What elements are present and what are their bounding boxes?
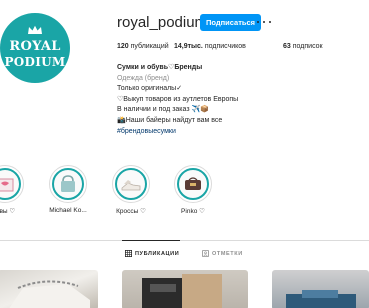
follow-button[interactable]: Подписаться (200, 14, 262, 31)
handbag-icon (177, 168, 209, 200)
avatar-logo-line2: PODIUM (4, 55, 66, 69)
highlight-ring (0, 165, 24, 203)
highlight-ring (49, 165, 87, 203)
tab-tagged[interactable]: ОТМЕТКИ (202, 250, 243, 257)
bio-category: Одежда (бренд) (117, 74, 170, 82)
dot (262, 20, 266, 24)
tab-posts-label: ПУБЛИКАЦИИ (135, 250, 180, 257)
stat-followers[interactable]: 14,9тыс. подписчиков (174, 43, 246, 50)
tab-posts[interactable]: ПУБЛИКАЦИИ (125, 250, 179, 257)
avatar-logo-line1: ROYAL (9, 39, 61, 54)
more-options-icon[interactable] (257, 12, 271, 32)
highlight-item[interactable]: ывы ♡ (0, 165, 30, 215)
crown-icon (28, 25, 42, 34)
post-thumbnail[interactable] (0, 270, 98, 308)
highlight-label: Michael Ko... (49, 207, 87, 214)
bio-name: Сумки и обувь♡Бренды (117, 64, 203, 71)
bio-hashtag-link[interactable]: #брендовыесумки (117, 127, 362, 138)
tagged-user-icon (202, 250, 209, 257)
highlight-label: Pinko ♡ (181, 208, 205, 215)
dot (268, 20, 271, 24)
content-divider (0, 240, 369, 241)
bio-line: Только оригиналы✓ (117, 85, 183, 93)
sneakers-icon (115, 168, 147, 200)
highlight-item[interactable]: Michael Ko... (43, 165, 93, 214)
following-count: 63 (283, 43, 291, 50)
profile-username: royal_podium (117, 14, 208, 31)
bio-line: В наличии и под заказ ✈️📦 (117, 106, 209, 114)
chain-bag-image (9, 280, 90, 308)
profile-avatar[interactable]: ROYAL PODIUM (0, 13, 70, 83)
stat-following[interactable]: 63 подписок (283, 43, 323, 50)
posts-count: 120 (117, 43, 129, 50)
dot (257, 20, 260, 24)
shoe-box-image (142, 274, 222, 308)
highlight-label: ывы ♡ (0, 208, 16, 215)
highlight-ring (112, 165, 150, 203)
profile-bio: Сумки и обувь♡Бренды Одежда (бренд) Толь… (117, 63, 362, 137)
bio-line: ♡Выкуп товаров из аутлетов Европы (117, 95, 239, 103)
posts-label: публикаций (130, 43, 169, 50)
highlight-label: Кроссы ♡ (116, 208, 146, 215)
bio-line: 📸Наши байеры найдут вам все (117, 116, 223, 124)
followers-label: подписчиков (204, 43, 246, 50)
following-label: подписок (292, 43, 323, 50)
post-thumbnail[interactable] (272, 270, 369, 308)
handbag-icon (52, 168, 84, 200)
stat-posts: 120 публикаций (117, 43, 169, 50)
post-thumbnail[interactable] (122, 270, 248, 308)
highlight-ring (174, 165, 212, 203)
highlight-item[interactable]: Pinko ♡ (168, 165, 218, 215)
tab-tagged-label: ОТМЕТКИ (212, 250, 243, 257)
grid-icon (125, 250, 132, 257)
active-tab-indicator (122, 240, 180, 241)
bag-image (286, 290, 356, 308)
gift-box-icon (0, 168, 21, 200)
followers-count: 14,9тыс. (174, 43, 203, 50)
highlight-item[interactable]: Кроссы ♡ (106, 165, 156, 215)
